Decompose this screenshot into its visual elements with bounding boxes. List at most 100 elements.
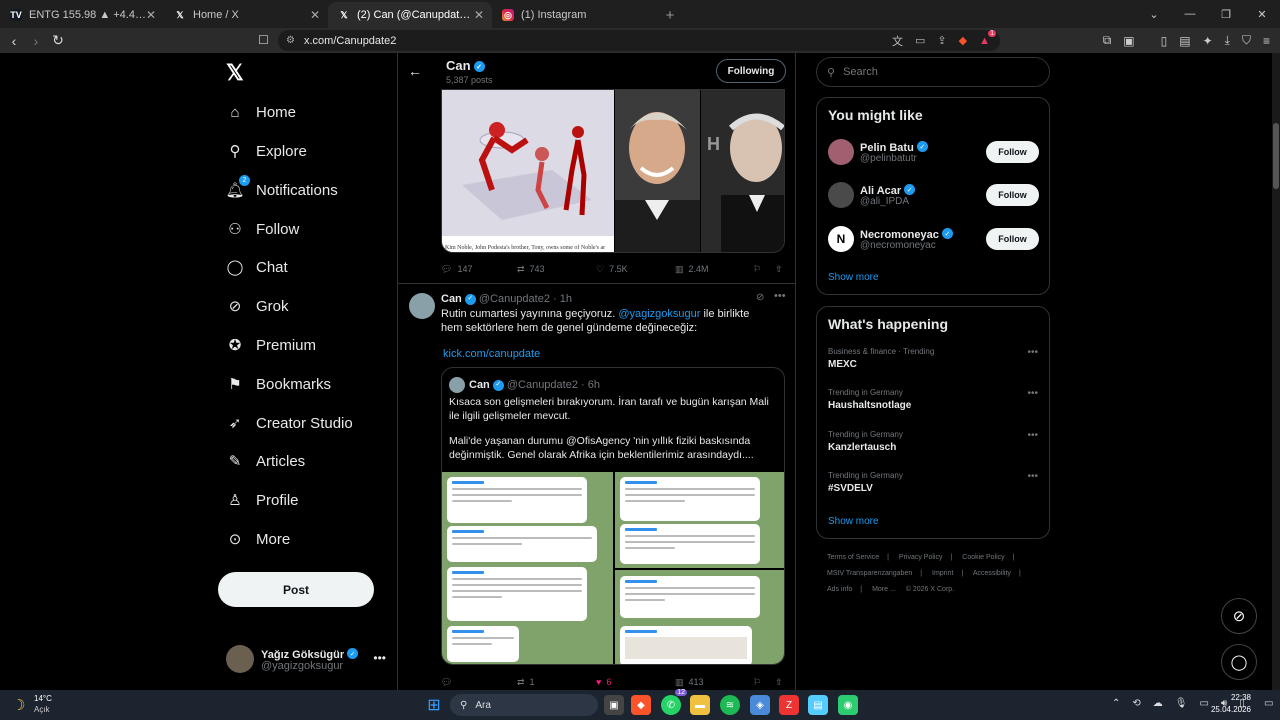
footer-link[interactable]: Imprint xyxy=(932,570,953,577)
microphone-icon[interactable]: 🎙︎ xyxy=(1175,698,1188,709)
nav-profile[interactable]: ♙ Profile xyxy=(226,485,298,515)
follow-button[interactable]: Follow xyxy=(986,228,1039,250)
trend-item[interactable]: Trending in Germany Haushaltsnotlage ••• xyxy=(828,388,1038,411)
taskbar-search[interactable]: ⚲ Ara xyxy=(450,694,598,716)
avatar[interactable]: N xyxy=(828,226,854,252)
share-button[interactable]: ⇧ xyxy=(775,677,783,688)
chat-floating-button[interactable]: ◯ xyxy=(1221,644,1257,680)
nav-chat[interactable]: ◯ Chat xyxy=(226,252,288,282)
search-box[interactable]: ⚲ Search xyxy=(816,57,1050,87)
grok-floating-button[interactable]: ⊘ xyxy=(1221,598,1257,634)
account-switcher[interactable]: Yağız Göksügür ✓ @yagizgoksugur ••• xyxy=(226,643,386,679)
follow-button[interactable]: Follow xyxy=(986,141,1039,163)
grok-explain-icon[interactable]: ⊘ xyxy=(756,292,764,303)
browser-tab-canupdate2[interactable]: 𝕏 (2) Can (@Canupdate2) / X ✕ xyxy=(328,2,492,28)
views-button[interactable]: ▥ 2.4M xyxy=(675,264,709,275)
external-link[interactable]: kick.com/canupdate xyxy=(443,347,540,361)
clock-date[interactable]: 25.04.2026 xyxy=(1207,705,1251,714)
like-button[interactable]: ♡ 7.5K xyxy=(596,264,628,275)
trend-item[interactable]: Business & finance · Trending MEXC ••• xyxy=(828,347,1038,370)
quoted-post[interactable]: Can ✓ @Canupdate2 · 6h Kısaca son gelişme… xyxy=(441,367,785,665)
footer-link[interactable]: Accessibility xyxy=(973,570,1011,577)
cast-icon[interactable]: ▭ xyxy=(915,34,925,47)
share-icon[interactable]: ⇪ xyxy=(937,34,946,47)
sync-icon[interactable]: ⟲ xyxy=(1132,698,1140,709)
menu-icon[interactable]: ≡ xyxy=(1263,34,1270,48)
app-icon[interactable]: ◈ xyxy=(750,695,770,715)
vpn-icon[interactable]: ⛉ xyxy=(1242,33,1251,48)
nav-explore[interactable]: ⚲ Explore xyxy=(226,136,307,166)
repost-button[interactable]: ⇄ 1 xyxy=(517,677,535,688)
avatar[interactable] xyxy=(828,182,854,208)
trend-item[interactable]: Trending in Germany #SVDELV ••• xyxy=(828,471,1038,494)
task-view-icon[interactable]: ▣ xyxy=(604,695,624,715)
brave-rewards-icon[interactable]: ▲ 1 xyxy=(979,29,996,47)
post-more-icon[interactable]: ••• xyxy=(774,290,786,302)
trend-more-icon[interactable]: ••• xyxy=(1027,347,1038,358)
clock-time[interactable]: 22:38 xyxy=(1213,693,1251,702)
footer-link[interactable]: Cookie Policy xyxy=(962,554,1004,561)
minimize-button[interactable]: — xyxy=(1172,0,1208,28)
more-dots-icon[interactable]: ••• xyxy=(373,651,386,665)
brave-browser-icon[interactable]: ◆ xyxy=(631,695,651,715)
close-window-button[interactable]: ✕ xyxy=(1244,0,1280,28)
nav-premium[interactable]: ✪ Premium xyxy=(226,330,316,360)
close-tab-icon[interactable]: ✕ xyxy=(474,8,484,22)
bookmark-page-icon[interactable]: ☐ xyxy=(258,33,269,47)
close-tab-icon[interactable]: ✕ xyxy=(310,8,320,22)
bookmark-button[interactable]: ⚐ xyxy=(753,677,761,688)
bookmark-button[interactable]: ⚐ xyxy=(753,264,761,275)
back-icon[interactable]: ‹ xyxy=(3,33,25,49)
onedrive-icon[interactable]: ☁ xyxy=(1153,698,1163,709)
wallet-icon[interactable]: ▤ xyxy=(1179,34,1190,48)
footer-link[interactable]: Terms of Service xyxy=(827,554,879,561)
media-image-artwork[interactable]: Kim Noble, John Podesta's brother, Tony,… xyxy=(442,90,614,252)
leo-ai-icon[interactable]: ✦ xyxy=(1203,34,1213,48)
trend-more-icon[interactable]: ••• xyxy=(1027,471,1038,482)
following-button[interactable]: Following xyxy=(716,59,786,83)
address-bar[interactable]: ⚙ x.com/Canupdate2 文 ▭ ⇪ ◆ ▲ 1 xyxy=(278,29,1000,51)
spotify-icon[interactable]: ≋ xyxy=(720,695,740,715)
trend-more-icon[interactable]: ••• xyxy=(1027,430,1038,441)
reply-button[interactable]: 💬︎ xyxy=(441,677,457,688)
nav-articles[interactable]: ✎ Articles xyxy=(226,446,305,476)
avatar[interactable] xyxy=(828,139,854,165)
page-scrollbar[interactable] xyxy=(1272,53,1280,690)
whatsapp-icon[interactable]: ✆ 12 xyxy=(661,689,687,715)
post-author-handle[interactable]: @Canupdate2 xyxy=(479,293,550,305)
browser-tab-home-x[interactable]: 𝕏 Home / X ✕ xyxy=(164,2,328,28)
extensions-icon[interactable]: ⧉ xyxy=(1103,33,1112,48)
translate-icon[interactable]: 文 xyxy=(892,33,903,49)
nav-notifications[interactable]: 🔔︎ 2 Notifications xyxy=(225,175,338,205)
weather-moon-icon[interactable]: ☽ xyxy=(12,696,25,714)
trend-item[interactable]: Trending in Germany Kanzlertausch ••• xyxy=(828,430,1038,453)
nav-more[interactable]: ⊙ More xyxy=(226,524,290,554)
post-button[interactable]: Post xyxy=(218,572,374,607)
footer-link[interactable]: More ... xyxy=(872,586,896,593)
browser-tab-instagram[interactable]: ◎ (1) Instagram xyxy=(492,2,656,28)
app-z-icon[interactable]: Z xyxy=(779,695,799,715)
nav-follow[interactable]: ⚇ Follow xyxy=(226,214,299,244)
share-button[interactable]: ⇧ xyxy=(775,264,783,275)
trend-more-icon[interactable]: ••• xyxy=(1027,388,1038,399)
notifications-icon[interactable]: ▭ xyxy=(1264,698,1273,709)
site-info-icon[interactable]: ⚙ xyxy=(286,35,295,46)
avatar[interactable] xyxy=(409,293,435,319)
nav-bookmarks[interactable]: ⚑ Bookmarks xyxy=(226,369,331,399)
post-media-grid[interactable]: Kim Noble, John Podesta's brother, Tony,… xyxy=(441,89,785,253)
back-arrow-icon[interactable]: ← xyxy=(408,63,422,79)
like-button[interactable]: ♥ 6 xyxy=(596,677,611,687)
footer-link[interactable]: MStV Transparenzangaben xyxy=(827,570,912,577)
weather-temp[interactable]: 14°C xyxy=(34,694,52,703)
browser-tab-tradingview[interactable]: TV ENTG 155.98 ▲ +4.45% Adsız ✕ xyxy=(0,2,164,28)
show-more-link[interactable]: Show more xyxy=(828,516,879,527)
follow-button[interactable]: Follow xyxy=(986,184,1039,206)
media-image-portrait-2[interactable]: H xyxy=(701,90,784,252)
quoted-media-grid[interactable] xyxy=(442,472,784,664)
footer-link[interactable]: Privacy Policy xyxy=(899,554,943,561)
tray-overflow-icon[interactable]: ⌃ xyxy=(1112,698,1120,709)
mention-link[interactable]: @yagizgoksugur xyxy=(618,308,700,320)
x-logo-icon[interactable]: 𝕏 xyxy=(226,60,244,86)
maximize-button[interactable]: ❐ xyxy=(1208,0,1244,28)
footer-link[interactable]: Ads info xyxy=(827,586,852,593)
